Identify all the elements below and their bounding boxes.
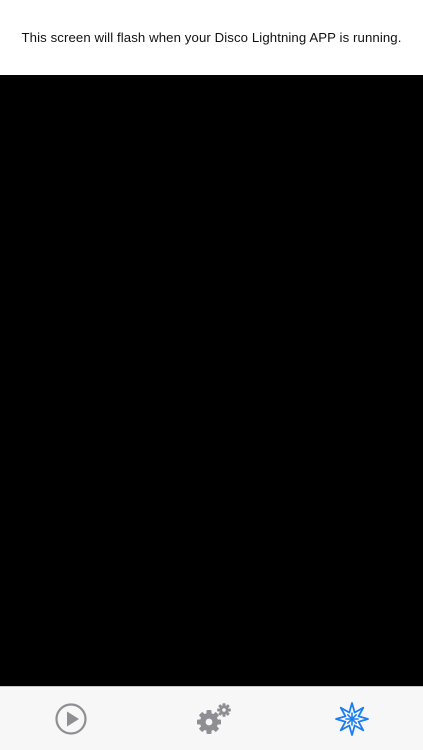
app-screen: This screen will flash when your Disco L… [0, 0, 423, 750]
tab-settings[interactable] [192, 697, 236, 741]
flash-burst-icon [335, 702, 369, 736]
tab-flash[interactable] [330, 697, 374, 741]
flash-area [0, 75, 423, 686]
gears-icon [197, 703, 231, 734]
header: This screen will flash when your Disco L… [0, 0, 423, 75]
flash-info-text: This screen will flash when your Disco L… [21, 30, 402, 45]
tab-bar [0, 686, 423, 750]
play-icon [55, 703, 87, 735]
tab-play[interactable] [49, 697, 93, 741]
